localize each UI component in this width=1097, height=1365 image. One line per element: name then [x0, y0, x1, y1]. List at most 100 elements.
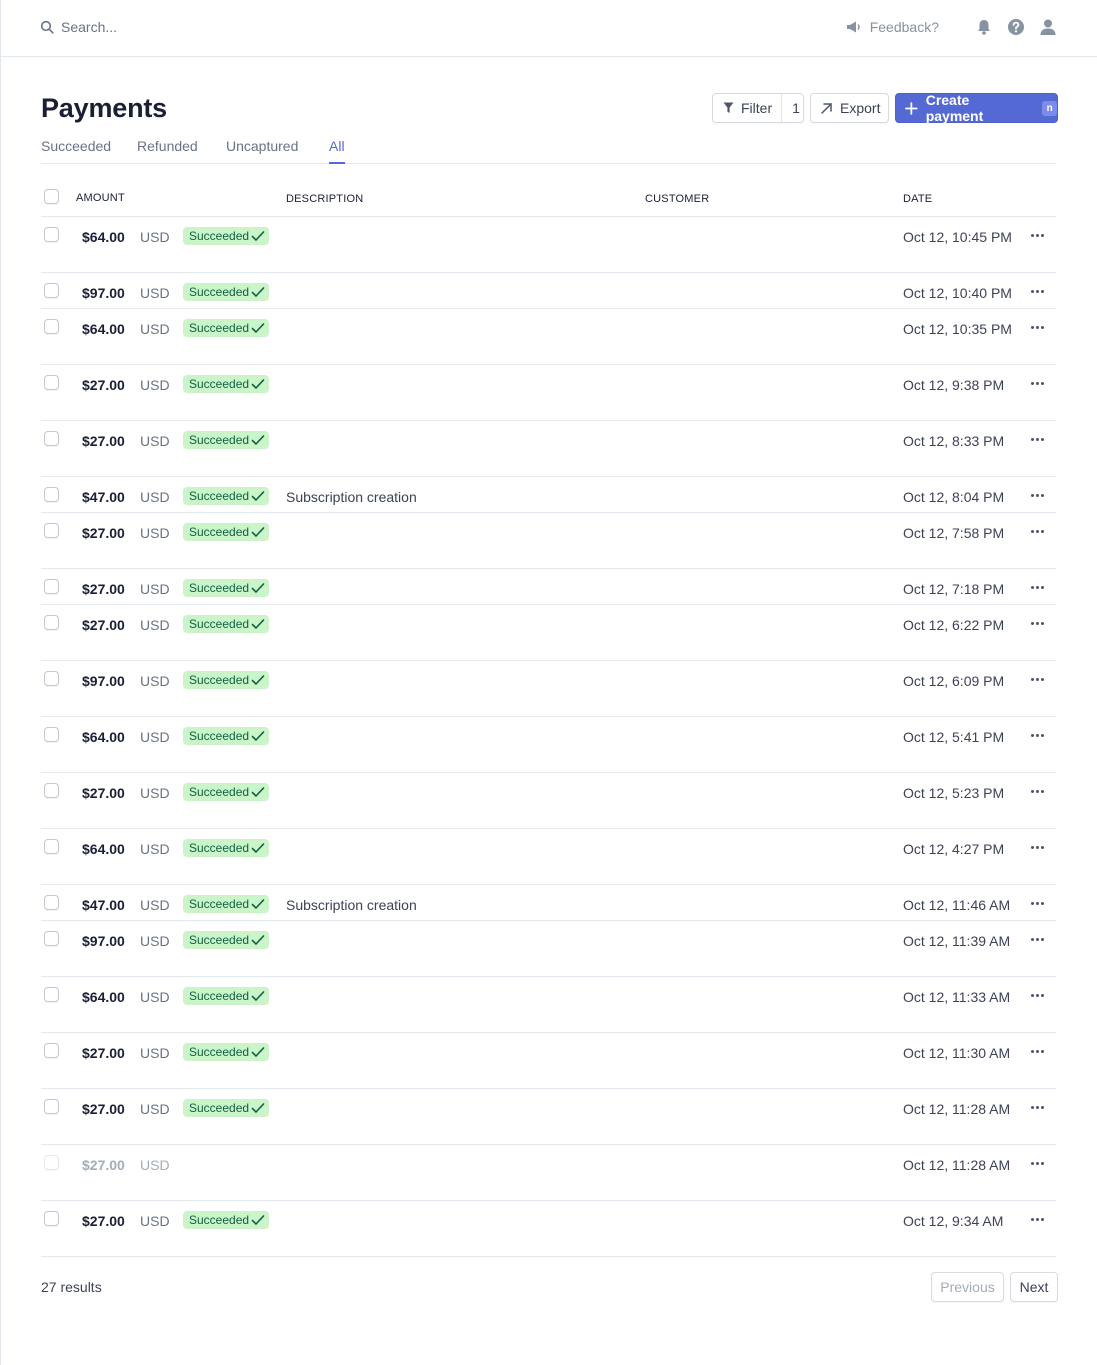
table-row[interactable]: $64.00 USD Succeeded Oct 12, 4:27 PM [41, 829, 1056, 885]
status-label: Succeeded [189, 617, 250, 631]
table-row[interactable]: $27.00 USD Succeeded Oct 12, 11:28 AM [41, 1089, 1056, 1145]
tab-succeeded[interactable]: Succeeded [41, 138, 111, 164]
row-checkbox[interactable] [44, 487, 59, 502]
row-checkbox[interactable] [44, 1155, 59, 1170]
more-dots-icon[interactable] [1027, 578, 1047, 596]
row-checkbox[interactable] [44, 987, 59, 1002]
table-row[interactable]: $27.00 USD Succeeded Oct 12, 9:38 PM [41, 365, 1056, 421]
payment-currency: USD [140, 525, 170, 541]
more-dots-icon[interactable] [1027, 226, 1047, 244]
row-checkbox[interactable] [44, 579, 59, 594]
table-row[interactable]: $27.00 USD Oct 12, 11:28 AM [41, 1145, 1056, 1201]
row-checkbox[interactable] [44, 783, 59, 798]
table-row[interactable]: $27.00 USD Succeeded Oct 12, 6:22 PM [41, 605, 1056, 661]
search-icon [40, 20, 54, 34]
row-checkbox[interactable] [44, 319, 59, 334]
more-dots-icon[interactable] [1027, 894, 1047, 912]
tab-all[interactable]: All [329, 138, 345, 164]
row-checkbox[interactable] [44, 671, 59, 686]
payment-currency: USD [140, 897, 170, 913]
status-badge: Succeeded [183, 783, 270, 801]
payment-date: Oct 12, 11:46 AM [903, 897, 1011, 913]
row-checkbox[interactable] [44, 895, 59, 910]
column-header-amount[interactable]: AMOUNT [76, 192, 125, 204]
payment-date: Oct 12, 10:40 PM [903, 285, 1012, 301]
results-count: 27 results [41, 1279, 102, 1295]
next-page-button[interactable]: Next [1010, 1272, 1058, 1302]
more-dots-icon[interactable] [1027, 1210, 1047, 1228]
payment-date: Oct 12, 11:30 AM [903, 1045, 1011, 1061]
payment-currency: USD [140, 1101, 170, 1117]
more-dots-icon[interactable] [1027, 430, 1047, 448]
table-row[interactable]: $97.00 USD Succeeded Oct 12, 10:40 PM [41, 273, 1056, 309]
select-all-checkbox[interactable] [44, 189, 59, 204]
table-row[interactable]: $97.00 USD Succeeded Oct 12, 11:39 AM [41, 921, 1056, 977]
row-checkbox[interactable] [44, 1211, 59, 1226]
notifications-button[interactable] [975, 17, 993, 37]
row-checkbox[interactable] [44, 523, 59, 538]
export-button[interactable]: Export [810, 93, 889, 123]
previous-page-button[interactable]: Previous [931, 1272, 1004, 1302]
table-row[interactable]: $27.00 USD Succeeded Oct 12, 7:18 PM [41, 569, 1056, 605]
feedback-label: Feedback? [869, 19, 939, 35]
payment-amount: $97.00 [82, 933, 125, 949]
row-checkbox[interactable] [44, 727, 59, 742]
filter-button[interactable]: Filter 1 [712, 93, 804, 123]
status-badge: Succeeded [183, 375, 270, 393]
more-dots-icon[interactable] [1027, 930, 1047, 948]
status-badge: Succeeded [183, 1099, 270, 1117]
table-row[interactable]: $64.00 USD Succeeded Oct 12, 11:33 AM [41, 977, 1056, 1033]
create-payment-button[interactable]: Create payment n [895, 92, 1058, 124]
row-checkbox[interactable] [44, 839, 59, 854]
table-row[interactable]: $27.00 USD Succeeded Oct 12, 9:34 AM [41, 1201, 1056, 1257]
help-button[interactable] [1007, 17, 1025, 37]
payment-currency: USD [140, 785, 170, 801]
search-input[interactable]: Search... [61, 19, 117, 35]
account-button[interactable] [1039, 17, 1057, 37]
more-dots-icon[interactable] [1027, 486, 1047, 504]
more-dots-icon[interactable] [1027, 670, 1047, 688]
check-icon [251, 1047, 265, 1057]
more-dots-icon[interactable] [1027, 282, 1047, 300]
more-dots-icon[interactable] [1027, 1098, 1047, 1116]
feedback-button[interactable]: Feedback? [846, 19, 939, 35]
more-dots-icon[interactable] [1027, 782, 1047, 800]
column-header-date[interactable]: DATE [903, 193, 932, 205]
search-bar[interactable]: Search... [40, 19, 117, 35]
more-dots-icon[interactable] [1027, 1154, 1047, 1172]
status-badge: Succeeded [183, 671, 270, 689]
table-row[interactable]: $27.00 USD Succeeded Oct 12, 11:30 AM [41, 1033, 1056, 1089]
tab-refunded[interactable]: Refunded [137, 138, 198, 164]
filter-label-wrap[interactable]: Filter [713, 94, 783, 122]
table-row[interactable]: $27.00 USD Succeeded Oct 12, 5:23 PM [41, 773, 1056, 829]
check-icon [251, 323, 265, 333]
row-checkbox[interactable] [44, 283, 59, 298]
export-label: Export [840, 100, 881, 116]
more-dots-icon[interactable] [1027, 614, 1047, 632]
row-checkbox[interactable] [44, 375, 59, 390]
table-row[interactable]: $64.00 USD Succeeded Oct 12, 10:45 PM [41, 217, 1056, 273]
table-row[interactable]: $64.00 USD Succeeded Oct 12, 5:41 PM [41, 717, 1056, 773]
status-label: Succeeded [189, 729, 250, 743]
table-row[interactable]: $27.00 USD Succeeded Oct 12, 7:58 PM [41, 513, 1056, 569]
more-dots-icon[interactable] [1027, 986, 1047, 1004]
more-dots-icon[interactable] [1027, 374, 1047, 392]
table-row[interactable]: $27.00 USD Succeeded Oct 12, 8:33 PM [41, 421, 1056, 477]
row-checkbox[interactable] [44, 1043, 59, 1058]
row-checkbox[interactable] [44, 931, 59, 946]
tab-uncaptured[interactable]: Uncaptured [226, 138, 298, 164]
more-dots-icon[interactable] [1027, 318, 1047, 336]
table-row[interactable]: $64.00 USD Succeeded Oct 12, 10:35 PM [41, 309, 1056, 365]
more-dots-icon[interactable] [1027, 1042, 1047, 1060]
table-row[interactable]: $47.00 USD Succeeded Subscription creation O… [41, 477, 1056, 513]
row-checkbox[interactable] [44, 615, 59, 630]
table-row[interactable]: $47.00 USD Succeeded Subscription creation O… [41, 885, 1056, 921]
more-dots-icon[interactable] [1027, 726, 1047, 744]
more-dots-icon[interactable] [1027, 838, 1047, 856]
row-checkbox[interactable] [44, 1099, 59, 1114]
more-dots-icon[interactable] [1027, 522, 1047, 540]
row-checkbox[interactable] [44, 431, 59, 446]
row-checkbox[interactable] [44, 227, 59, 242]
table-row[interactable]: $97.00 USD Succeeded Oct 12, 6:09 PM [41, 661, 1056, 717]
column-header-description: DESCRIPTION [286, 193, 364, 205]
